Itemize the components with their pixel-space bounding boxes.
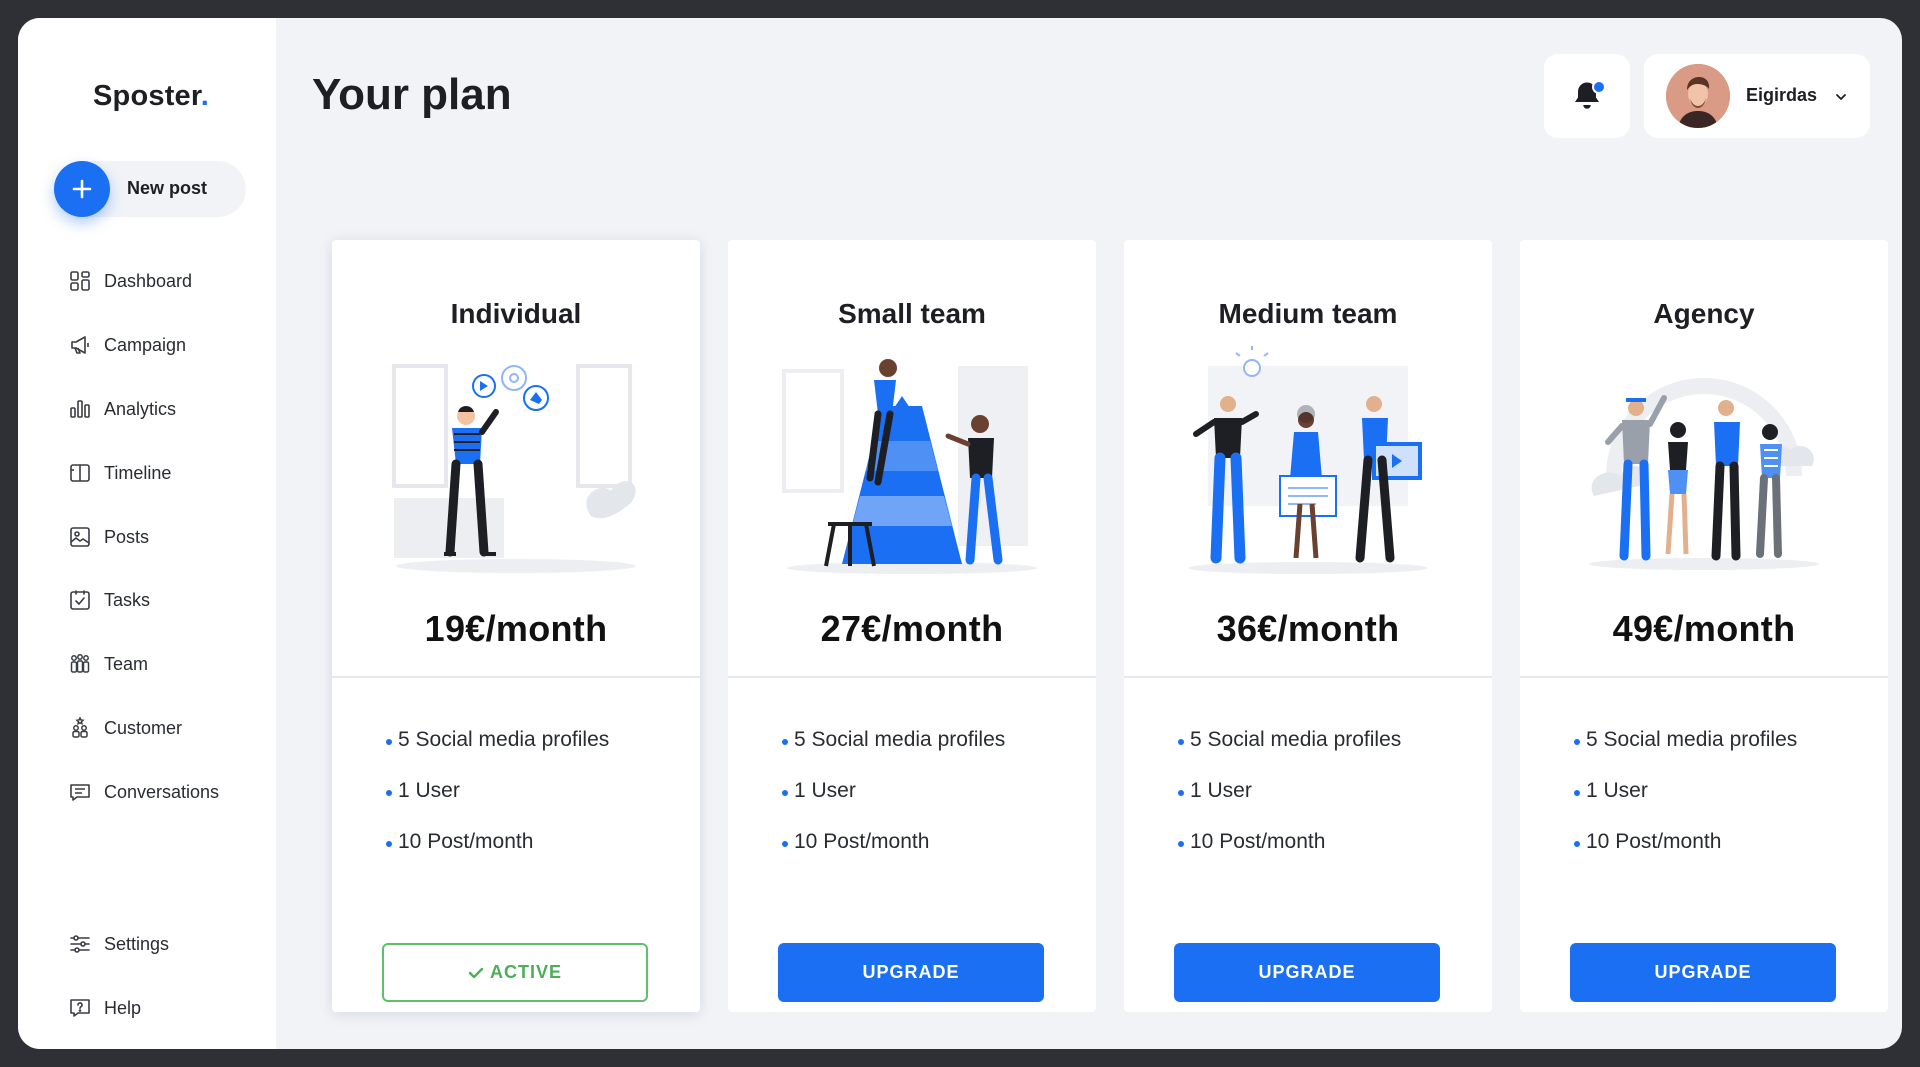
sidebar-item-label: Timeline (104, 462, 172, 483)
sidebar: Sposter. New post Dashboard Campaign Ana… (18, 18, 276, 1049)
agency-illustration (1589, 378, 1819, 570)
new-post-button[interactable]: New post (54, 161, 246, 217)
feature-list: 5 Social media profiles 1 User 10 Post/m… (782, 728, 1005, 881)
sidebar-item-label: Settings (104, 933, 170, 954)
check-icon (468, 967, 484, 978)
divider (728, 676, 1096, 678)
plan-card-individual: Individual 19€/month 5 Social media prof… (332, 240, 700, 1012)
plan-price: 49€/month (1612, 608, 1796, 649)
divider (1520, 676, 1888, 678)
app-logo[interactable]: Sposter. (93, 80, 209, 113)
sidebar-item-settings[interactable]: Settings (68, 929, 169, 959)
app-window: Sposter. New post Dashboard Campaign Ana… (18, 18, 1902, 1049)
sidebar-item-conversations[interactable]: Conversations (68, 777, 219, 807)
sidebar-item-label: Team (104, 653, 149, 674)
team-icon (70, 654, 90, 673)
username: Eigirdas (1746, 85, 1818, 105)
list-item: 10 Post/month (782, 830, 1005, 881)
upgrade-button[interactable]: UPGRADE (1174, 943, 1440, 1002)
individual-illustration (392, 364, 636, 573)
sidebar-item-posts[interactable]: Posts (68, 522, 149, 552)
sidebar-item-label: Posts (104, 526, 150, 547)
plan-price: 36€/month (1216, 608, 1400, 649)
plan-card-medium-team: Medium team 36€/month 5 Social media pro… (1124, 240, 1492, 1012)
plan-price: 27€/month (820, 608, 1004, 649)
new-post-label: New post (127, 178, 208, 198)
small-team-illustration (782, 359, 1037, 574)
plan-card-agency: Agency 49€/month 5 Social media profiles… (1520, 240, 1888, 1012)
sidebar-item-tasks[interactable]: Tasks (68, 585, 150, 615)
plan-card-small-team: Small team 27€/month 5 Social media prof… (728, 240, 1096, 1012)
plus-icon (54, 161, 110, 217)
checkbox-icon (70, 590, 90, 610)
divider (1124, 676, 1492, 678)
chevron-down-icon (1836, 94, 1846, 100)
feature-list: 5 Social media profiles 1 User 10 Post/m… (386, 728, 609, 881)
sidebar-item-label: Tasks (104, 589, 151, 610)
customer-icon (72, 716, 88, 738)
list-item: 5 Social media profiles (1574, 728, 1797, 779)
sidebar-item-label: Analytics (104, 398, 177, 419)
feature-list: 5 Social media profiles 1 User 10 Post/m… (1574, 728, 1797, 881)
sidebar-item-label: Campaign (104, 334, 187, 355)
bar-chart-icon (70, 400, 90, 418)
sidebar-item-timeline[interactable]: Timeline (68, 458, 171, 488)
notification-badge (1592, 80, 1606, 94)
feature-list: 5 Social media profiles 1 User 10 Post/m… (1178, 728, 1401, 881)
plan-title: Individual (450, 298, 582, 329)
sidebar-item-label: Customer (104, 717, 183, 738)
timeline-icon (70, 464, 90, 482)
sidebar-item-label: Dashboard (104, 270, 193, 291)
medium-team-illustration (1188, 346, 1428, 574)
dashboard-icon (70, 271, 90, 291)
list-item: 5 Social media profiles (782, 728, 1005, 779)
image-post-icon (70, 527, 90, 547)
user-menu[interactable]: Eigirdas (1644, 54, 1870, 138)
sidebar-item-analytics[interactable]: Analytics (68, 394, 176, 424)
page-title: Your plan (312, 70, 512, 119)
plan-price: 19€/month (424, 608, 608, 649)
active-plan-button[interactable]: ACTIVE (382, 943, 648, 1002)
list-item: 10 Post/month (1574, 830, 1797, 881)
list-item: 5 Social media profiles (386, 728, 609, 779)
list-item: 1 User (1574, 779, 1797, 830)
button-label: ACTIVE (489, 962, 562, 982)
main-content: Your plan Eigirdas Individual 19€/month … (276, 18, 1902, 1049)
sidebar-item-team[interactable]: Team (68, 649, 148, 679)
list-item: 10 Post/month (386, 830, 609, 881)
sidebar-item-campaign[interactable]: Campaign (68, 330, 186, 360)
notifications-button[interactable] (1544, 54, 1630, 138)
sidebar-item-label: Conversations (104, 781, 220, 802)
list-item: 5 Social media profiles (1178, 728, 1401, 779)
plan-title: Medium team (1218, 298, 1398, 329)
divider (332, 676, 700, 678)
chat-icon (70, 784, 90, 801)
megaphone-icon (71, 336, 89, 354)
list-item: 1 User (782, 779, 1005, 830)
upgrade-button[interactable]: UPGRADE (1570, 943, 1836, 1002)
sidebar-item-customer[interactable]: Customer (68, 713, 182, 743)
help-icon (70, 999, 90, 1017)
sidebar-item-help[interactable]: Help (68, 993, 141, 1023)
plan-title: Small team (838, 298, 986, 329)
sliders-icon (70, 935, 90, 953)
list-item: 10 Post/month (1178, 830, 1401, 881)
upgrade-button[interactable]: UPGRADE (778, 943, 1044, 1002)
list-item: 1 User (386, 779, 609, 830)
list-item: 1 User (1178, 779, 1401, 830)
plan-title: Agency (1653, 298, 1755, 329)
sidebar-item-label: Help (104, 997, 142, 1018)
sidebar-item-dashboard[interactable]: Dashboard (68, 266, 192, 296)
avatar (1666, 64, 1730, 128)
